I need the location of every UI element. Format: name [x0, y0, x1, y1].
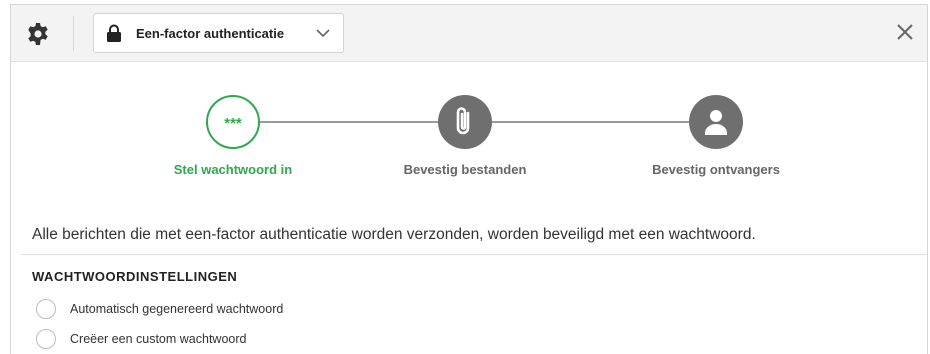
toolbar: Een-factor authenticatie — [11, 5, 927, 62]
description-text: Alle berichten die met een-factor authen… — [32, 226, 756, 243]
step-1-password-circle: *** — [206, 95, 260, 149]
authentication-mode-dropdown[interactable]: Een-factor authenticatie — [93, 13, 344, 53]
lock-icon — [107, 24, 121, 42]
toolbar-separator — [73, 16, 74, 51]
chevron-down-icon — [316, 29, 330, 38]
password-dots-icon: *** — [224, 115, 242, 132]
step-3-label: Bevestig ontvangers — [652, 162, 780, 177]
user-icon — [705, 110, 727, 135]
option-label: Creëer een custom wachtwoord — [70, 332, 247, 346]
stepper: *** Stel wachtwoord in Bevestig bestande… — [11, 61, 929, 201]
step-3-recipients-circle — [689, 95, 743, 149]
step-connector — [492, 121, 689, 123]
radio-button[interactable] — [36, 329, 56, 349]
password-settings-title: WACHTWOORDINSTELLINGEN — [32, 269, 238, 284]
step-2-label: Bevestig bestanden — [403, 162, 527, 177]
gear-icon[interactable] — [26, 22, 50, 46]
option-label: Automatisch gegenereerd wachtwoord — [70, 302, 284, 316]
paperclip-icon — [456, 107, 470, 135]
step-2-files-circle — [438, 95, 492, 149]
authentication-mode-label: Een-factor authenticatie — [136, 26, 285, 41]
close-icon[interactable] — [895, 22, 915, 42]
radio-button[interactable] — [36, 299, 56, 319]
step-connector — [260, 121, 438, 123]
dialog-frame: Een-factor authenticatie *** Stel wachtw… — [10, 4, 928, 354]
step-1-label: Stel wachtwoord in — [173, 162, 293, 177]
divider — [21, 254, 927, 255]
svg-text:***: *** — [224, 115, 242, 132]
